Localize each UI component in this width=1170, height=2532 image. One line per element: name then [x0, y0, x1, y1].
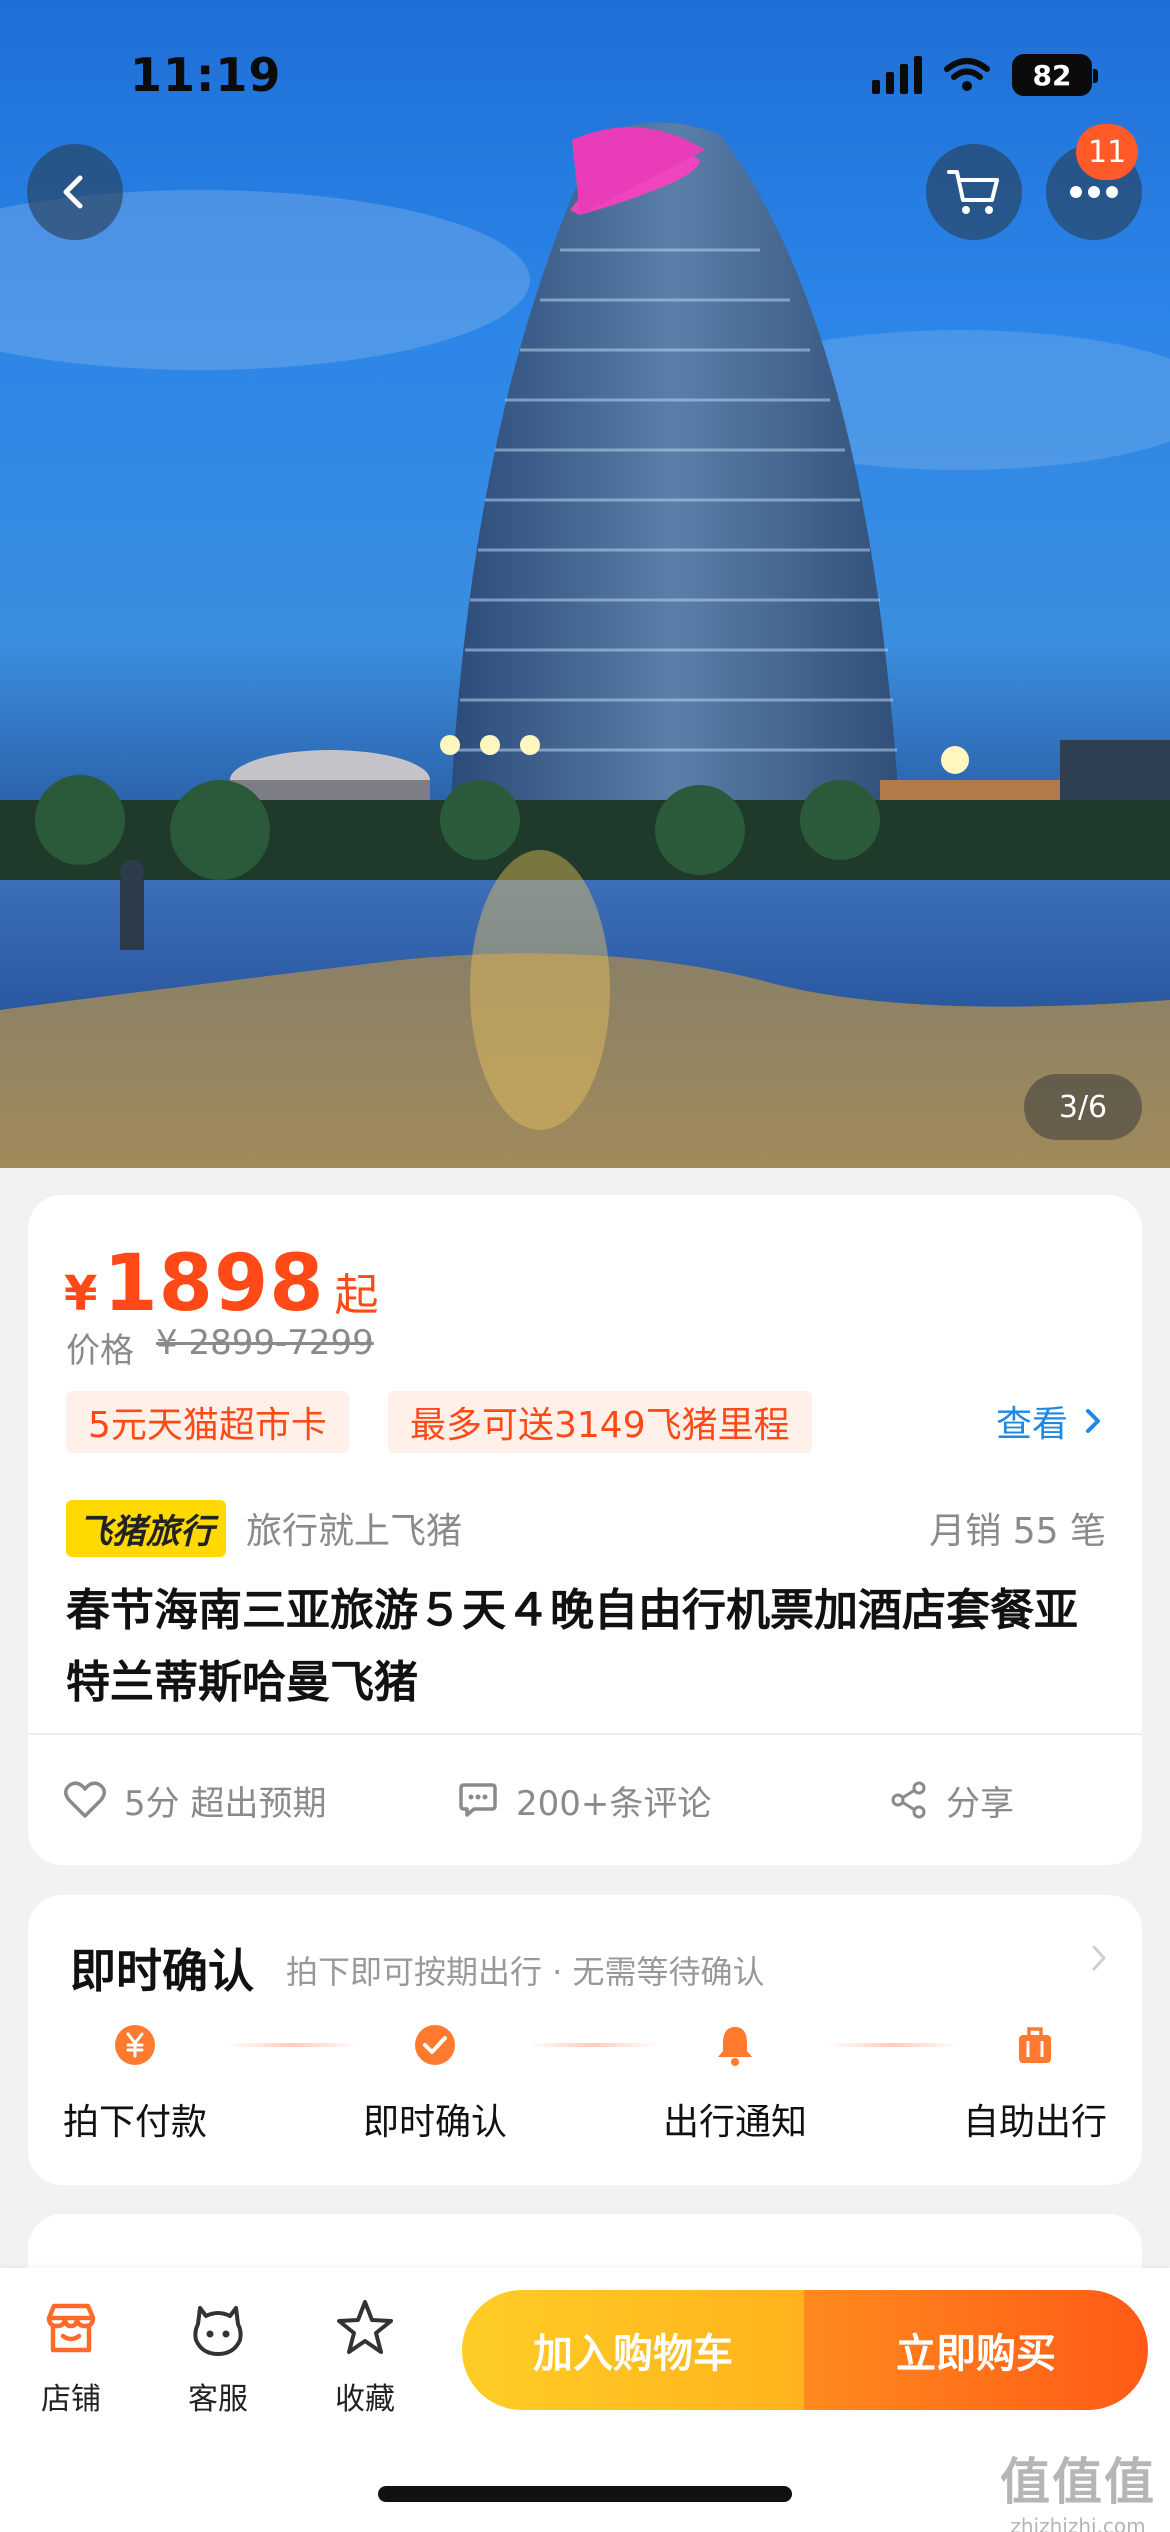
- suitcase-icon: [1019, 2027, 1051, 2063]
- fliggy-logo[interactable]: 飞猪旅行: [66, 1499, 226, 1557]
- price-suffix: 起: [334, 1270, 379, 1321]
- instant-confirm-card[interactable]: 即时确认 拍下即可按期出行 · 无需等待确认 拍下付款 即时确认 出行通知 自助…: [28, 1895, 1142, 2185]
- star-icon: [337, 2300, 393, 2354]
- step-pay: 拍下付款: [35, 2023, 235, 2145]
- share-text: 分享: [946, 1783, 1014, 1824]
- original-price-value: ¥ 2899-7299: [156, 1323, 374, 1363]
- view-promos-link[interactable]: 查看: [996, 1395, 1102, 1447]
- cart-icon: [947, 170, 999, 214]
- chevron-left-icon: [63, 175, 83, 209]
- status-bar: 11:19 82: [0, 0, 1170, 150]
- watermark-url: zhizhizhi.com: [1010, 2514, 1146, 2532]
- step-label: 自助出行: [962, 2102, 1107, 2143]
- chat-face-icon: [193, 2306, 243, 2356]
- battery-icon: 82: [1012, 54, 1098, 96]
- wifi-icon: [944, 58, 990, 91]
- original-price-label: 价格: [66, 1331, 134, 1371]
- step-travel: 自助出行: [935, 2023, 1135, 2145]
- favorite-tab-label: 收藏: [335, 2382, 395, 2417]
- promo-tag-supermarket-card[interactable]: 5元天猫超市卡: [66, 1391, 349, 1453]
- back-button[interactable]: [27, 144, 123, 240]
- step-label: 即时确认: [362, 2102, 507, 2143]
- share-button[interactable]: 分享: [890, 1735, 1014, 1865]
- check-circle-icon: [415, 2025, 455, 2065]
- view-link-label: 查看: [995, 1404, 1068, 1445]
- original-price: 价格 ¥ 2899-7299: [66, 1323, 374, 1372]
- heart-icon: [64, 1781, 106, 1818]
- rating-text: 5分 超出预期: [124, 1783, 327, 1824]
- chevron-right-icon: [1092, 1945, 1106, 1971]
- monthly-sales: 月销 55 笔: [929, 1511, 1106, 1552]
- instant-confirm-title: 即时确认: [70, 1944, 254, 1998]
- step-label: 出行通知: [662, 2102, 807, 2143]
- reviews-button[interactable]: 200+条评论: [458, 1735, 711, 1865]
- chevron-right-icon: [1086, 1409, 1100, 1433]
- product-image-carousel[interactable]: 11:19 82 11 3/6: [0, 0, 1170, 1168]
- instant-confirm-subtitle: 拍下即可按期出行 · 无需等待确认: [286, 1953, 765, 1991]
- brand-slogan: 旅行就上飞猪: [246, 1511, 463, 1552]
- favorite-tab[interactable]: 收藏: [310, 2296, 420, 2418]
- price-value: 1898: [103, 1239, 325, 1329]
- shop-tab[interactable]: 店铺: [16, 2296, 126, 2418]
- image-page-indicator: 3/6: [1024, 1074, 1142, 1140]
- purchase-buttons: 加入购物车 立即购买: [462, 2290, 1148, 2410]
- battery-level: 82: [1032, 58, 1072, 92]
- bell-icon: [718, 2027, 752, 2066]
- reviews-text: 200+条评论: [516, 1783, 712, 1824]
- product-info-card: ¥ 1898 起 价格 ¥ 2899-7299 5元天猫超市卡 最多可送3149…: [28, 1195, 1142, 1865]
- booking-steps: 拍下付款 即时确认 出行通知 自助出行: [28, 2023, 1142, 2173]
- add-to-cart-button[interactable]: 加入购物车: [462, 2290, 804, 2410]
- product-actions: 5分 超出预期 200+条评论 分享: [28, 1735, 1142, 1865]
- customer-service-tab-label: 客服: [188, 2382, 248, 2417]
- share-icon: [891, 1781, 926, 1819]
- notification-badge: 11: [1076, 124, 1139, 180]
- step-confirm: 即时确认: [335, 2023, 535, 2145]
- brand-row: 飞猪旅行 旅行就上飞猪 月销 55 笔: [66, 1499, 1106, 1557]
- step-notify: 出行通知: [635, 2023, 835, 2145]
- currency-symbol: ¥: [64, 1266, 98, 1322]
- rating-button[interactable]: 5分 超出预期: [64, 1735, 326, 1865]
- watermark-mark: 值值值: [1000, 2453, 1156, 2511]
- comment-icon: [459, 1783, 497, 1817]
- store-icon: [46, 2303, 96, 2353]
- customer-service-tab[interactable]: 客服: [163, 2296, 273, 2418]
- cart-button[interactable]: [926, 144, 1022, 240]
- home-indicator[interactable]: [378, 2486, 792, 2502]
- cellular-signal-icon: [872, 56, 922, 94]
- more-dots-icon: [1070, 186, 1118, 198]
- shop-tab-label: 店铺: [41, 2382, 101, 2417]
- site-watermark: 值值值 zhizhizhi.com: [1000, 2442, 1156, 2532]
- status-time: 11:19: [130, 48, 282, 102]
- yuan-coin-icon: [115, 2025, 155, 2065]
- buy-now-button[interactable]: 立即购买: [804, 2290, 1148, 2410]
- step-label: 拍下付款: [62, 2102, 207, 2143]
- price: ¥ 1898 起: [64, 1239, 379, 1329]
- promo-tag-mileage[interactable]: 最多可送3149飞猪里程: [388, 1391, 812, 1453]
- product-title: 春节海南三亚旅游５天４晚自由行机票加酒店套餐亚特兰蒂斯哈曼飞猪: [66, 1585, 1078, 1708]
